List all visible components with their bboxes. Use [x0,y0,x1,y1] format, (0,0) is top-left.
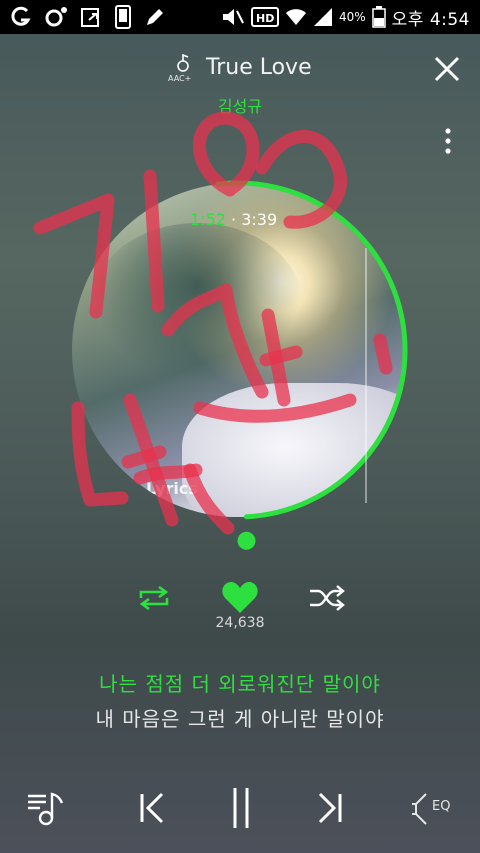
hd-icon: HD [250,7,279,27]
eq-button[interactable]: EQ [410,786,454,830]
heart-icon[interactable] [221,580,259,616]
progress-arc [215,180,408,520]
next-lyric[interactable]: 내 마음은 그런 게 아니란 말이야 [0,703,480,732]
codec-label: AAC+ [168,74,192,83]
battery-percentage: 40% [338,10,366,24]
circle-dot-icon [45,7,67,27]
battery-icon [371,6,386,28]
shuffle-icon[interactable] [308,584,346,612]
status-bar: HD 40% 오후 4:54 [0,0,480,34]
notification-icons [10,5,166,29]
g-icon [11,6,31,26]
player-header: AAC+ True Love [0,46,480,90]
pen-icon [147,9,163,25]
share-icon [81,8,99,27]
progress-ring[interactable] [66,178,416,554]
song-title: True Love [206,55,312,80]
codec-badge: AAC+ [168,54,198,88]
wifi-icon [285,9,306,25]
playlist-icon[interactable] [26,786,70,830]
clock: 오후 4:54 [391,9,470,30]
system-icons: HD 40% 오후 4:54 [221,5,470,30]
pause-icon[interactable] [219,786,263,830]
like-count: 24,638 [215,615,265,631]
music-note-icon [177,54,189,72]
signal-icon [313,8,332,26]
secondary-controls: 24,638 [0,578,480,638]
repeat-icon[interactable] [135,584,173,612]
previous-icon[interactable] [130,786,174,830]
next-icon[interactable] [308,786,352,830]
phone-icon [115,5,131,29]
mute-icon [222,9,244,25]
more-options-icon[interactable] [438,126,458,158]
eq-icon [412,793,427,825]
current-lyric[interactable]: 나는 점점 더 외로워진단 말이야 [0,668,480,697]
album-disc[interactable]: Lyrics 1:52 · 3:39 [66,178,416,554]
eq-label: EQ [432,799,451,814]
playback-controls: EQ [0,778,480,838]
artist-name[interactable]: 김성규 [0,93,480,117]
close-icon[interactable] [432,54,462,84]
progress-knob[interactable] [237,531,256,550]
svg-text:HD: HD [256,12,274,25]
